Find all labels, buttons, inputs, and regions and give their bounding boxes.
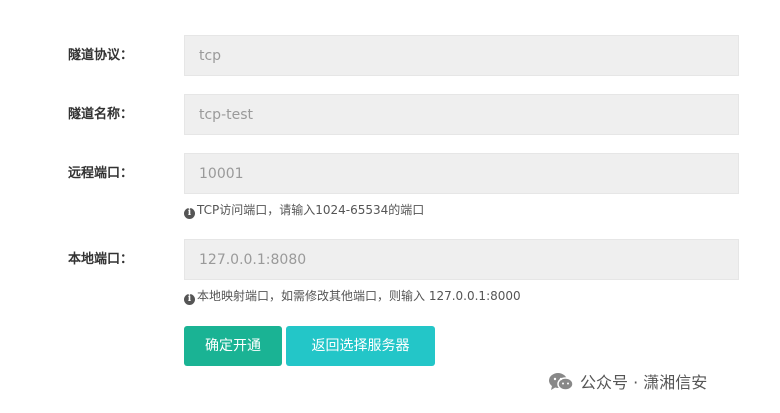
remote-port-label: 远程端口： bbox=[68, 166, 134, 181]
local-port-hint: i 本地映射端口，如需修改其他端口，则输入 127.0.0.1:8000 bbox=[184, 287, 521, 305]
watermark-text: 公众号 · 潇湘信安 bbox=[580, 373, 708, 392]
back-to-server-select-button[interactable]: 返回选择服务器 bbox=[286, 326, 435, 366]
local-port-label: 本地端口： bbox=[68, 252, 134, 267]
watermark: 公众号 · 潇湘信安 bbox=[548, 370, 707, 396]
remote-port-hint: i TCP访问端口，请输入1024-65534的端口 bbox=[184, 201, 424, 219]
tunnel-name-label: 隧道名称： bbox=[68, 107, 134, 122]
tunnel-form-page: 隧道协议： 隧道名称： 远程端口： iTCP访问端口，请输入1024-65534… bbox=[0, 0, 780, 413]
tunnel-name-field[interactable] bbox=[184, 94, 739, 135]
wechat-icon bbox=[548, 372, 574, 392]
protocol-label: 隧道协议： bbox=[68, 48, 134, 63]
remote-port-hint-text: TCP访问端口，请输入1024-65534的端口 bbox=[197, 203, 425, 217]
protocol-row: 隧道协议： bbox=[0, 35, 780, 76]
info-icon: i bbox=[184, 208, 195, 219]
confirm-open-button[interactable]: 确定开通 bbox=[184, 326, 282, 366]
info-icon: i bbox=[184, 294, 195, 305]
local-port-hint-text: 本地映射端口，如需修改其他端口，则输入 127.0.0.1:8000 bbox=[197, 289, 521, 303]
tunnel-name-row: 隧道名称： bbox=[0, 94, 780, 135]
remote-port-field[interactable] bbox=[184, 153, 739, 194]
local-port-field[interactable] bbox=[184, 239, 739, 280]
local-port-row: 本地端口： bbox=[0, 239, 780, 280]
protocol-field[interactable] bbox=[184, 35, 739, 76]
remote-port-row: 远程端口： bbox=[0, 153, 780, 194]
